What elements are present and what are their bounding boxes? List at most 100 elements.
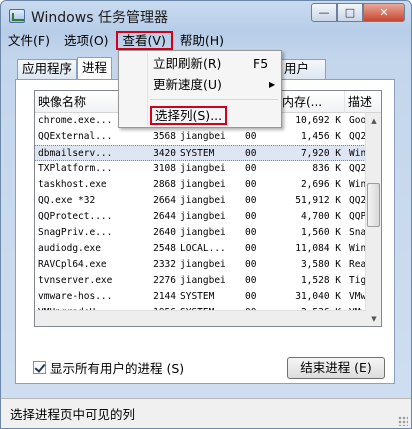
cell-cpu: 00 <box>245 227 257 238</box>
refresh-now-shortcut: F5 <box>253 56 269 71</box>
task-manager-window: Windows 任务管理器 — □ ✕ 文件(F) 选项(O) 查看(V) 帮助… <box>0 0 412 429</box>
horizontal-scrollbar[interactable] <box>35 310 366 326</box>
cell-cpu: 00 <box>245 211 257 222</box>
close-button[interactable]: ✕ <box>363 3 405 22</box>
cell-user: jiangbei <box>180 259 226 270</box>
menu-bar: 文件(F) 选项(O) 查看(V) 帮助(H) <box>1 31 411 51</box>
tab-applications[interactable]: 应用程序 <box>17 59 78 79</box>
tab-strip: 应用程序 进程 <box>17 57 113 79</box>
table-row[interactable]: taskhost.exe 2868 jiangbei 00 2,696 K Win <box>35 177 366 193</box>
cell-image-name: QQProtect.... <box>38 211 113 222</box>
cell-memory: 1,528 K <box>300 275 341 286</box>
cell-user: jiangbei <box>180 131 226 142</box>
cell-user: jiangbei <box>180 195 226 206</box>
minimize-button[interactable]: — <box>311 3 337 22</box>
cell-image-name: SnagPriv.e... <box>38 227 113 238</box>
cell-image-name: tvnserver.exe <box>38 275 113 286</box>
column-header-description[interactable]: 描述 <box>345 91 381 113</box>
cell-image-name: QQExternal... <box>38 131 113 142</box>
scroll-up-arrow-icon[interactable]: ▲ <box>366 113 381 129</box>
cell-user: jiangbei <box>180 163 226 174</box>
maximize-button[interactable]: □ <box>337 3 363 22</box>
menu-item-select-columns[interactable]: 选择列(S)... <box>121 105 279 125</box>
show-all-users-label: 显示所有用户的进程 (S) <box>50 361 185 376</box>
cell-memory: 4,700 K <box>300 211 341 222</box>
cell-pid: 2276 <box>153 275 176 286</box>
end-process-button[interactable]: 结束进程 (E) <box>287 357 385 379</box>
menu-separator <box>150 99 278 100</box>
cell-cpu: 00 <box>245 131 257 142</box>
table-row[interactable]: RAVCpl64.exe 2332 jiangbei 00 3,580 K Rea <box>35 257 366 273</box>
table-row[interactable]: dbmailserv... 3420 SYSTEM 00 7,920 K Win <box>35 145 366 161</box>
cell-cpu: 00 <box>245 243 257 254</box>
status-text: 选择进程页中可见的列 <box>10 407 136 422</box>
table-row[interactable]: tvnserver.exe 2276 jiangbei 00 1,528 K Tig <box>35 273 366 289</box>
cell-cpu: 00 <box>245 291 257 302</box>
cell-cpu: 00 <box>245 195 257 206</box>
tab-processes[interactable]: 进程 <box>77 57 113 79</box>
table-row[interactable]: vmware-hos... 2144 SYSTEM 00 31,040 K VMw <box>35 289 366 305</box>
table-row[interactable]: QQExternal... 3568 jiangbei 00 1,456 K QQ2 <box>35 129 366 145</box>
cell-pid: 2548 <box>153 243 176 254</box>
caption-buttons: — □ ✕ <box>311 3 405 22</box>
cell-cpu: 00 <box>245 163 257 174</box>
show-all-users-checkbox[interactable] <box>33 361 46 374</box>
cell-memory: 1,456 K <box>300 131 341 142</box>
menu-item-refresh-now[interactable]: 立即刷新(R) F5 <box>121 54 279 74</box>
cell-memory: 836 K <box>312 163 341 174</box>
cell-memory: 1,560 K <box>300 227 341 238</box>
resize-grip-icon[interactable] <box>398 416 408 426</box>
cell-memory: 3,580 K <box>300 259 341 270</box>
cell-memory: 11,084 K <box>295 243 341 254</box>
window-title: Windows 任务管理器 <box>31 10 168 26</box>
menu-view[interactable]: 查看(V) <box>115 31 173 50</box>
cell-pid: 3420 <box>153 148 176 159</box>
menu-options[interactable]: 选项(O) <box>57 31 116 50</box>
cell-memory: 7,920 K <box>300 148 341 159</box>
cell-pid: 3568 <box>153 131 176 142</box>
cell-pid: 2644 <box>153 211 176 222</box>
title-bar[interactable]: Windows 任务管理器 — □ ✕ <box>1 1 411 31</box>
table-row[interactable]: QQ.exe *32 2664 jiangbei 00 51,912 K QQ2 <box>35 193 366 209</box>
table-row[interactable]: TXPlatform... 3108 jiangbei 00 836 K QQ2 <box>35 161 366 177</box>
cell-cpu: 00 <box>245 179 257 190</box>
status-bar: 选择进程页中可见的列 <box>1 398 411 428</box>
cell-image-name: RAVCpl64.exe <box>38 259 107 270</box>
table-row[interactable]: audiodg.exe 2548 LOCAL... 00 11,084 K Win <box>35 241 366 257</box>
show-all-users-option[interactable]: 显示所有用户的进程 (S) <box>33 358 184 377</box>
cell-image-name: audiodg.exe <box>38 243 101 254</box>
process-rows: chrome.exe...jiangbei10,692 KGooQQExtern… <box>35 113 366 321</box>
menu-file[interactable]: 文件(F) <box>1 31 57 50</box>
cell-memory: 2,696 K <box>300 179 341 190</box>
menu-help[interactable]: 帮助(H) <box>173 31 231 50</box>
cell-cpu: 00 <box>245 259 257 270</box>
cell-memory: 31,040 K <box>295 291 341 302</box>
cell-memory: 10,692 K <box>295 115 341 126</box>
cell-pid: 3108 <box>153 163 176 174</box>
view-menu-dropdown: 立即刷新(R) F5 更新速度(U) ▶ 选择列(S)... <box>118 50 282 128</box>
cell-pid: 2664 <box>153 195 176 206</box>
cell-pid: 2332 <box>153 259 176 270</box>
cell-image-name: TXPlatform... <box>38 163 113 174</box>
scroll-down-arrow-icon[interactable]: ▼ <box>366 311 381 326</box>
vertical-scrollbar[interactable]: ▲ ▼ <box>365 113 381 326</box>
cell-user: SYSTEM <box>180 148 215 159</box>
update-speed-label: 更新速度(U) <box>153 77 222 92</box>
column-header-memory[interactable]: 内存(... <box>279 91 345 113</box>
cell-cpu: 00 <box>245 275 257 286</box>
cell-user: jiangbei <box>180 227 226 238</box>
cell-user: jiangbei <box>180 211 226 222</box>
cell-user: jiangbei <box>180 179 226 190</box>
table-row[interactable]: QQProtect.... 2644 jiangbei 00 4,700 K QQP <box>35 209 366 225</box>
task-manager-icon <box>9 9 25 23</box>
menu-item-update-speed[interactable]: 更新速度(U) ▶ <box>121 75 279 95</box>
cell-image-name: chrome.exe... <box>38 115 113 126</box>
cell-memory: 51,912 K <box>295 195 341 206</box>
refresh-now-label: 立即刷新(R) <box>153 56 222 71</box>
scroll-thumb[interactable] <box>367 183 380 227</box>
table-row[interactable]: SnagPriv.e... 2640 jiangbei 00 1,560 K Sna <box>35 225 366 241</box>
cell-cpu: 00 <box>245 148 257 159</box>
cell-pid: 2868 <box>153 179 176 190</box>
cell-image-name: taskhost.exe <box>38 179 107 190</box>
select-columns-label: 选择列(S)... <box>150 106 228 125</box>
